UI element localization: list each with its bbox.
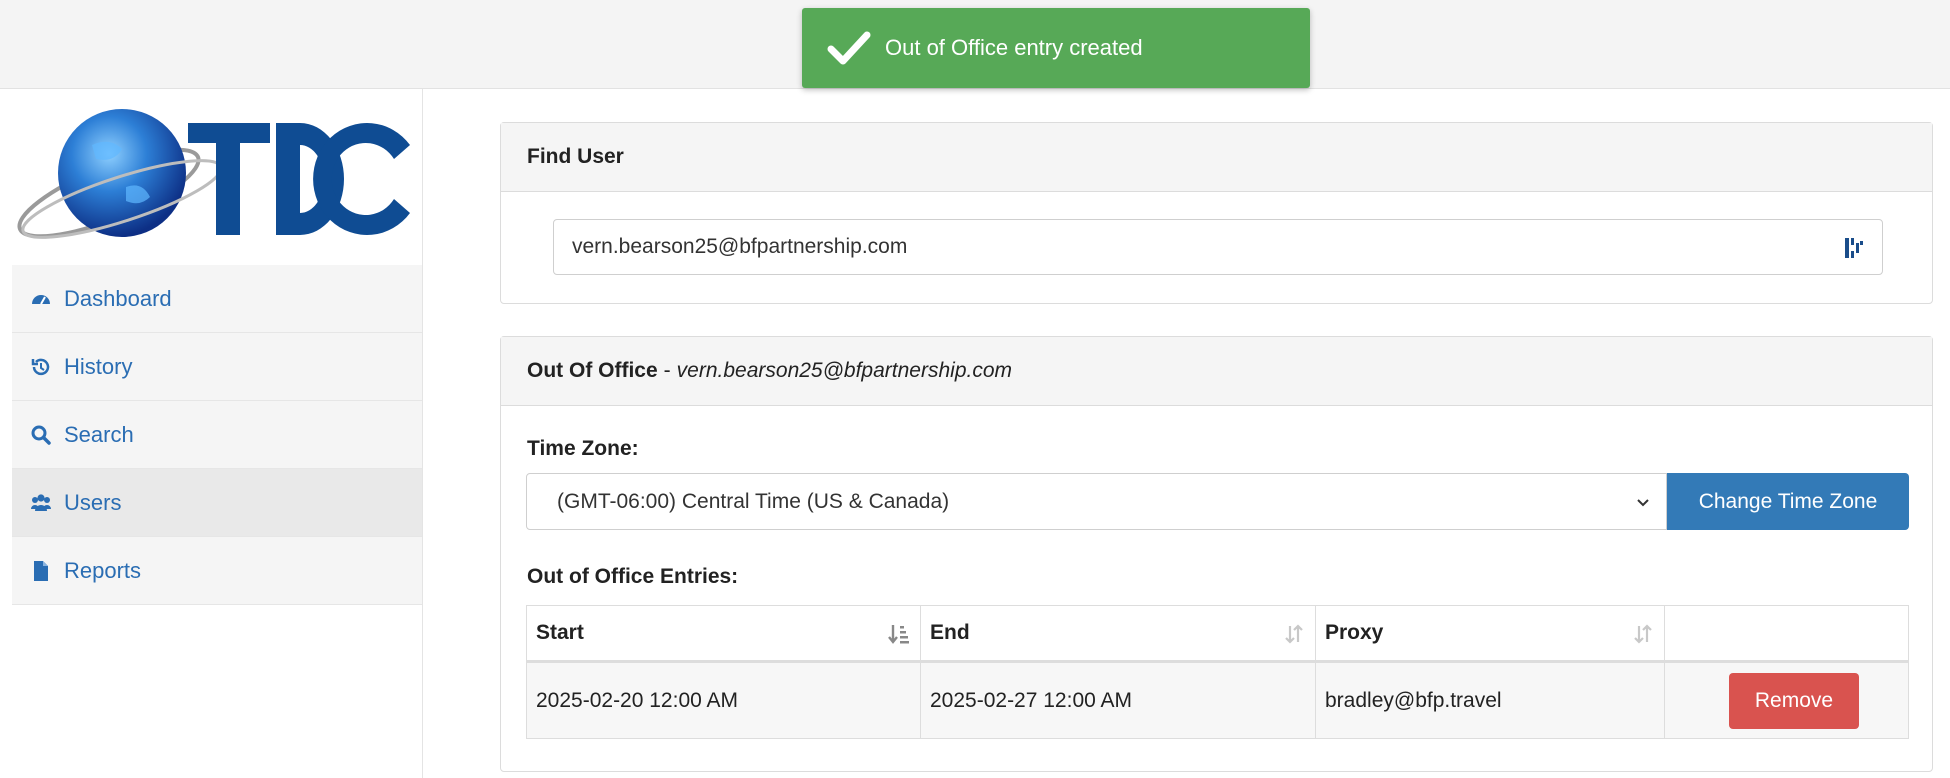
chevron-down-icon — [1637, 499, 1649, 507]
column-header-proxy[interactable]: Proxy — [1316, 606, 1665, 660]
out-of-office-title: Out Of Office — [527, 359, 658, 382]
sidebar-item-reports[interactable]: Reports — [12, 537, 422, 605]
table-row: 2025-02-20 12:00 AM 2025-02-27 12:00 AM … — [527, 663, 1908, 738]
sort-icon — [1285, 624, 1303, 644]
sidebar-item-dashboard[interactable]: Dashboard — [12, 265, 422, 333]
column-header-start[interactable]: Start — [527, 606, 921, 660]
column-header-actions — [1665, 606, 1908, 660]
timezone-select[interactable]: (GMT-06:00) Central Time (US & Canada) — [526, 473, 1667, 530]
sidebar: Dashboard History Search Users Reports — [0, 89, 423, 778]
timezone-label: Time Zone: — [527, 437, 639, 460]
column-header-label: Start — [536, 621, 584, 644]
users-icon — [31, 493, 51, 511]
sidebar-item-label: History — [64, 353, 133, 379]
find-user-header: Find User — [501, 123, 1932, 192]
toast-message: Out of Office entry created — [885, 35, 1143, 60]
sort-ascending-icon — [888, 625, 909, 644]
change-timezone-button[interactable]: Change Time Zone — [1667, 473, 1909, 530]
cell-start: 2025-02-20 12:00 AM — [527, 663, 921, 738]
sidebar-item-users[interactable]: Users — [12, 469, 422, 537]
check-icon — [827, 31, 871, 65]
table-header: Start End Proxy — [527, 606, 1908, 663]
search-icon — [31, 425, 51, 445]
remove-button[interactable]: Remove — [1729, 672, 1859, 729]
out-of-office-header: Out Of Office - vern.bearson25@bfpartner… — [501, 337, 1932, 406]
sort-icon — [1634, 624, 1652, 644]
sidebar-item-search[interactable]: Search — [12, 401, 422, 469]
sidebar-item-label: Search — [64, 421, 134, 447]
cell-proxy: bradley@bfp.travel — [1316, 663, 1665, 738]
find-user-input-value: vern.bearson25@bfpartnership.com — [572, 235, 908, 258]
entries-label: Out of Office Entries: — [527, 565, 739, 588]
dashboard-icon — [32, 294, 50, 304]
title-separator: - — [663, 359, 671, 382]
column-header-label: Proxy — [1325, 621, 1384, 644]
find-user-panel: Find User vern.bearson25@bfpartnership.c… — [500, 122, 1933, 304]
cell-actions: Remove — [1665, 663, 1908, 738]
history-icon — [31, 358, 50, 375]
success-toast[interactable]: Out of Office entry created — [802, 8, 1310, 88]
column-header-label: End — [930, 621, 970, 644]
timezone-value: (GMT-06:00) Central Time (US & Canada) — [557, 489, 950, 513]
sidebar-item-history[interactable]: History — [12, 333, 422, 401]
sidebar-item-label: Dashboard — [64, 285, 172, 311]
out-of-office-user: vern.bearson25@bfpartnership.com — [676, 359, 1013, 382]
file-icon — [34, 560, 48, 581]
sidebar-item-label: Reports — [64, 557, 142, 583]
cell-end: 2025-02-27 12:00 AM — [921, 663, 1316, 738]
find-user-input[interactable]: vern.bearson25@bfpartnership.com — [553, 219, 1883, 275]
sidebar-nav: Dashboard History Search Users Reports — [12, 265, 422, 605]
out-of-office-table: Start End Proxy 2025-02-20 12:00 AM 2025… — [526, 605, 1909, 739]
password-manager-icon[interactable] — [1844, 236, 1864, 260]
column-header-end[interactable]: End — [921, 606, 1316, 660]
sidebar-item-label: Users — [64, 489, 122, 515]
tdc-logo — [17, 109, 410, 239]
out-of-office-panel: Out Of Office - vern.bearson25@bfpartner… — [500, 336, 1933, 772]
find-user-title: Find User — [527, 145, 624, 168]
